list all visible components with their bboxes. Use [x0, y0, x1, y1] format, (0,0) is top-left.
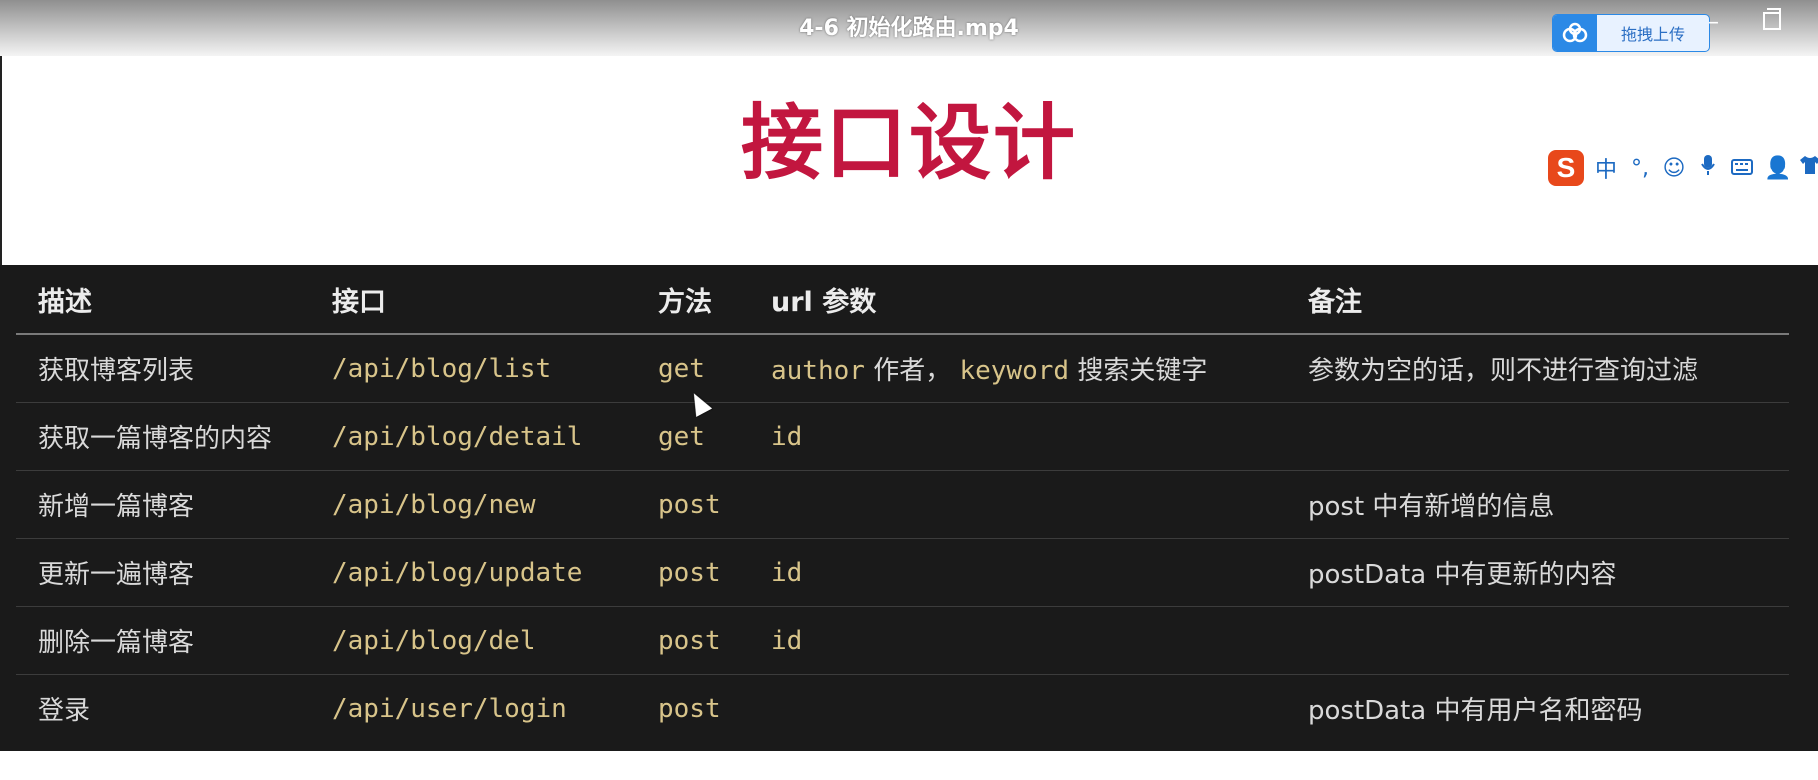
api-table-panel: 描述 接口 方法 url 参数 备注 获取博客列表 /api/blog/list… [0, 265, 1818, 751]
row-desc: 更新一遍博客 [16, 538, 332, 607]
drag-upload-button[interactable]: 拖拽上传 [1552, 14, 1710, 52]
header-note: 备注 [1308, 265, 1789, 335]
row-api: /api/blog/del [332, 625, 536, 656]
row-desc: 删除一篇博客 [16, 606, 332, 675]
header-method: 方法 [658, 265, 771, 335]
row-method: post [658, 557, 721, 588]
param-author-desc: 作者， [873, 356, 952, 386]
header-desc: 描述 [16, 265, 332, 335]
row-url-params: id [771, 402, 1308, 471]
row-note: postData 中有用户名和密码 [1308, 696, 1643, 726]
param-id: id [771, 625, 803, 656]
row-note [1308, 402, 1789, 471]
row-note [1308, 606, 1789, 675]
row-api: /api/blog/list [332, 353, 552, 384]
chinese-mode-icon[interactable]: 中 [1594, 152, 1618, 184]
punctuation-icon[interactable]: °, [1628, 156, 1652, 181]
header-url-params: url 参数 [771, 265, 1308, 335]
video-title: 4-6 初始化路由.mp4 [799, 16, 1019, 41]
sogou-logo-icon[interactable]: S [1548, 150, 1584, 186]
ime-toolbar: S 中 °, ☺ 👤 [1542, 148, 1818, 188]
row-url-params: author 作者， keyword 搜索关键字 [771, 334, 1308, 403]
row-desc: 新增一篇博客 [16, 470, 332, 539]
row-api: /api/blog/update [332, 557, 583, 588]
row-url-params [771, 470, 1308, 539]
param-author: author [771, 356, 865, 386]
table-row: 新增一篇博客 /api/blog/new post post 中有新增的信息 [16, 470, 1789, 539]
microphone-icon[interactable] [1696, 154, 1720, 182]
user-icon[interactable]: 👤 [1764, 156, 1791, 181]
table-row: 登录 /api/user/login post postData 中有用户名和密… [16, 675, 1789, 743]
row-desc: 获取一篇博客的内容 [16, 402, 332, 471]
param-keyword-desc: 搜索关键字 [1077, 356, 1208, 386]
table-row: 更新一遍博客 /api/blog/update post id postData… [16, 538, 1789, 607]
row-url-params: id [771, 538, 1308, 607]
row-api: /api/blog/new [332, 489, 536, 520]
row-url-params [771, 675, 1308, 743]
param-id: id [771, 557, 803, 588]
header-api: 接口 [332, 265, 658, 335]
row-desc: 获取博客列表 [16, 334, 332, 403]
table-header-row: 描述 接口 方法 url 参数 备注 [16, 265, 1789, 335]
table-row: 获取一篇博客的内容 /api/blog/detail get id [16, 402, 1789, 471]
skin-icon[interactable] [1798, 155, 1818, 181]
row-api: /api/blog/detail [332, 421, 583, 452]
row-method: post [658, 489, 721, 520]
keyboard-icon[interactable] [1730, 156, 1754, 181]
param-id: id [771, 421, 803, 452]
api-table: 描述 接口 方法 url 参数 备注 获取博客列表 /api/blog/list… [16, 265, 1789, 742]
video-player: 4-6 初始化路由.mp4 拖拽上传 – 接口设计 S 中 °, ☺ 👤 描述 … [0, 0, 1818, 780]
row-url-params: id [771, 606, 1308, 675]
row-note: 参数为空的话，则不进行查询过滤 [1308, 334, 1789, 403]
row-method: post [658, 625, 721, 656]
table-row: 获取博客列表 /api/blog/list get author 作者， key… [16, 334, 1789, 403]
row-method: get [658, 353, 705, 384]
row-note: post 中有新增的信息 [1308, 470, 1789, 539]
row-desc: 登录 [38, 696, 91, 726]
restore-icon[interactable] [1763, 8, 1781, 30]
row-method: post [658, 693, 721, 724]
param-keyword: keyword [959, 356, 1070, 386]
bottom-strip [0, 751, 1818, 780]
row-method: get [658, 421, 705, 452]
upload-label: 拖拽上传 [1620, 25, 1685, 44]
row-api: /api/user/login [332, 693, 567, 724]
emoji-icon[interactable]: ☺ [1662, 156, 1686, 181]
minimize-button[interactable]: – [1708, 10, 1719, 35]
cloud-icon [1553, 15, 1597, 51]
row-note: postData 中有更新的内容 [1308, 538, 1789, 607]
table-row: 删除一篇博客 /api/blog/del post id [16, 606, 1789, 675]
title-bar: 4-6 初始化路由.mp4 拖拽上传 – [0, 0, 1818, 56]
